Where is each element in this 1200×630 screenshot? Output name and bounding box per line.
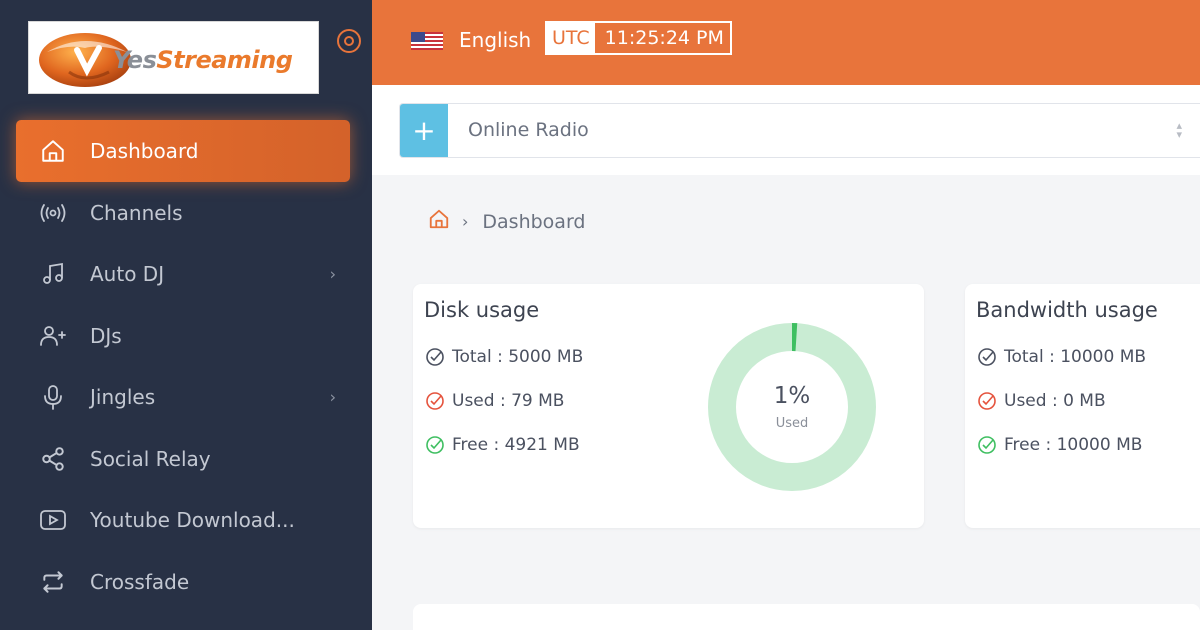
select-caret-icon: ▴ ▾: [1176, 119, 1182, 141]
disk-free-text: Free : 4921 MB: [452, 435, 580, 455]
sidebar-menu: Dashboard Channels Auto DJ › DJs Jingles…: [0, 120, 372, 613]
logo-streaming-text: Streaming: [156, 46, 293, 74]
timezone-label: UTC: [547, 23, 595, 53]
sidebar-item-label: Channels: [90, 200, 183, 225]
add-channel-button[interactable]: +: [400, 104, 448, 157]
check-circle-icon: [976, 390, 998, 412]
channel-select-value: Online Radio: [468, 119, 589, 141]
sidebar-item-djs[interactable]: DJs: [0, 305, 372, 367]
bottom-card: [413, 604, 1200, 630]
chevron-right-icon: ›: [329, 264, 336, 284]
check-circle-icon: [976, 346, 998, 368]
bandwidth-total: Total : 10000 MB: [976, 346, 1146, 368]
check-circle-icon: [424, 434, 446, 456]
sidebar-item-label: Auto DJ: [90, 262, 165, 287]
sidebar-item-label: Social Relay: [90, 446, 211, 471]
bandwidth-free: Free : 10000 MB: [976, 434, 1142, 456]
disk-used-text: Used : 79 MB: [452, 391, 565, 411]
logo[interactable]: YesStreaming: [28, 21, 319, 94]
breadcrumb-current: Dashboard: [482, 210, 586, 233]
donut-caption: Used: [775, 416, 809, 431]
youtube-icon: [38, 505, 68, 535]
disk-used: Used : 79 MB: [424, 390, 564, 412]
channel-bar: + Online Radio ▴ ▾: [372, 85, 1200, 175]
us-flag-icon[interactable]: [411, 32, 443, 50]
chevron-right-icon: ›: [329, 387, 336, 407]
sidebar-item-crossfade[interactable]: Crossfade: [0, 551, 372, 613]
music-icon: [38, 259, 68, 289]
disk-usage-card: Disk usage Total : 5000 MB Used : 79 MB …: [413, 284, 924, 528]
card-title: Disk usage: [424, 298, 540, 322]
bandwidth-used: Used : 0 MB: [976, 390, 1106, 412]
bandwidth-used-text: Used : 0 MB: [1004, 391, 1106, 411]
breadcrumb: › Dashboard: [428, 208, 586, 235]
disk-free: Free : 4921 MB: [424, 434, 580, 456]
disk-usage-donut: 1% Used: [706, 321, 878, 493]
check-circle-icon: [424, 390, 446, 412]
bandwidth-free-text: Free : 10000 MB: [1004, 435, 1143, 455]
sidebar-item-label: Jingles: [90, 385, 156, 410]
topbar: English UTC 11:25:24 PM: [372, 0, 1200, 85]
logo-text: YesStreaming: [113, 46, 293, 74]
check-circle-icon: [976, 434, 998, 456]
logo-yes-text: Yes: [113, 46, 157, 74]
sidebar-item-youtube-download[interactable]: Youtube Download...: [0, 490, 372, 552]
sidebar-item-dashboard[interactable]: Dashboard: [16, 120, 350, 182]
clock-time: 11:25:24 PM: [604, 27, 724, 49]
check-circle-icon: [424, 346, 446, 368]
microphone-icon: [38, 382, 68, 412]
language-selector[interactable]: English: [459, 28, 531, 52]
breadcrumb-separator-icon: ›: [462, 212, 469, 231]
repeat-icon: [38, 567, 68, 597]
channel-select[interactable]: + Online Radio ▴ ▾: [399, 103, 1200, 158]
donut-percent: 1%: [773, 383, 811, 409]
disk-total: Total : 5000 MB: [424, 346, 583, 368]
breadcrumb-home-icon[interactable]: [428, 208, 450, 235]
sidebar-item-label: Crossfade: [90, 569, 190, 594]
sidebar: YesStreaming Dashboard Channels Auto DJ …: [0, 0, 372, 630]
sidebar-item-social-relay[interactable]: Social Relay: [0, 428, 372, 490]
share-icon: [38, 444, 68, 474]
clock: UTC 11:25:24 PM: [545, 21, 732, 55]
broadcast-icon: [38, 198, 68, 228]
card-title: Bandwidth usage: [976, 298, 1158, 322]
sidebar-item-label: Dashboard: [90, 139, 199, 163]
bandwidth-total-text: Total : 10000 MB: [1004, 347, 1147, 367]
sidebar-item-label: DJs: [90, 323, 122, 348]
sidebar-toggle-icon[interactable]: [336, 28, 362, 54]
user-plus-icon: [38, 321, 68, 351]
home-icon: [38, 136, 68, 166]
sidebar-item-auto-dj[interactable]: Auto DJ ›: [0, 244, 372, 306]
sidebar-item-channels[interactable]: Channels: [0, 182, 372, 244]
bandwidth-usage-card: Bandwidth usage Total : 10000 MB Used : …: [965, 284, 1200, 528]
sidebar-item-label: Youtube Download...: [90, 508, 295, 533]
disk-total-text: Total : 5000 MB: [452, 347, 584, 367]
sidebar-item-jingles[interactable]: Jingles ›: [0, 367, 372, 429]
